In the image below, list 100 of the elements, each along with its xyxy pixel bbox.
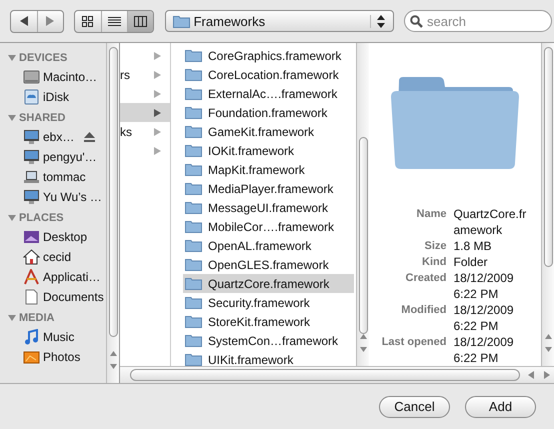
sidebar-item[interactable]: ebx… — [43, 130, 74, 144]
info-value: 1.8 MB — [454, 238, 493, 254]
sidebar-item[interactable]: pengyu'… — [43, 150, 97, 164]
file-row[interactable]: OpenGLES.framework — [183, 255, 354, 274]
file-row[interactable]: SystemCon…framework — [183, 331, 354, 350]
info-value: QuartzCore.framework — [454, 206, 528, 238]
disclosure-triangle-icon[interactable] — [8, 214, 16, 222]
info-label: Modified — [400, 303, 446, 318]
scroll-down-arrow-icon[interactable] — [544, 347, 552, 352]
folder-icon — [185, 315, 202, 328]
horizontal-scrollbar[interactable] — [120, 366, 554, 383]
file-row[interactable]: MobileCor….framework — [183, 217, 354, 236]
folder-icon — [185, 106, 202, 119]
file-row[interactable]: ExternalAc….framework — [183, 84, 354, 103]
info-label: Created — [404, 271, 446, 286]
file-row[interactable]: CoreLocation.framework — [183, 65, 354, 84]
sidebar-item[interactable]: Yu Wu’s … — [43, 190, 102, 204]
disclosure-arrow-icon — [154, 128, 161, 136]
info-value: 18/12/2009 6:22 PM — [454, 270, 515, 302]
folder-icon — [172, 14, 190, 28]
monitor-icon — [23, 189, 40, 205]
file-row[interactable]: MessageUI.framework — [183, 198, 354, 217]
sidebar-item[interactable]: Macinto… — [43, 70, 98, 84]
scrollbar[interactable] — [541, 43, 554, 366]
info-value: Folder — [454, 254, 489, 270]
section-heading: MEDIA — [19, 312, 54, 324]
sidebar-item[interactable]: Documents — [43, 290, 104, 304]
file-row[interactable]: IOKit.framework — [183, 141, 354, 160]
house-icon — [23, 249, 40, 265]
scroll-up-arrow-icon[interactable] — [544, 334, 552, 339]
file-row[interactable]: CoreGraphics.framework — [183, 46, 354, 65]
column-view-button[interactable] — [126, 10, 153, 32]
sidebar-item[interactable]: Applicati… — [43, 270, 100, 284]
add-button[interactable]: Add — [465, 396, 536, 418]
folder-icon — [185, 277, 202, 290]
folder-icon — [185, 144, 202, 157]
section-heading: PLACES — [19, 212, 64, 224]
disclosure-arrow-icon — [154, 90, 161, 98]
columns-icon — [134, 16, 147, 26]
monitor-icon — [23, 129, 40, 145]
up-down-arrows-icon — [370, 14, 385, 28]
column-row[interactable]: ks — [120, 122, 170, 141]
scroll-up-arrow-icon[interactable] — [360, 334, 366, 339]
folder-icon — [185, 125, 202, 138]
folder-icon — [185, 220, 202, 233]
folder-icon — [391, 75, 519, 171]
left-arrow-icon — [18, 16, 29, 26]
search-icon — [410, 15, 423, 28]
folder-icon — [185, 163, 202, 176]
sidebar-item[interactable]: Music — [43, 330, 74, 344]
scrollbar[interactable] — [356, 43, 369, 366]
document-icon — [23, 289, 40, 305]
disclosure-triangle-icon[interactable] — [8, 114, 16, 122]
sidebar-item[interactable]: iDisk — [43, 90, 69, 104]
disclosure-triangle-icon[interactable] — [8, 314, 16, 322]
folder-icon — [185, 68, 202, 81]
file-row[interactable]: QuartzCore.framework — [183, 274, 354, 293]
scroll-down-arrow-icon[interactable] — [110, 364, 116, 369]
sidebar-item[interactable]: tommac — [43, 170, 86, 184]
cancel-button[interactable]: Cancel — [379, 396, 450, 418]
file-row[interactable]: GameKit.framework — [183, 122, 354, 141]
eject-icon[interactable] — [84, 132, 96, 142]
file-row[interactable]: MediaPlayer.framework — [183, 179, 354, 198]
search-field[interactable]: search — [404, 10, 552, 32]
file-row[interactable]: Foundation.framework — [183, 103, 354, 122]
hard-drive-icon — [23, 69, 40, 85]
folder-icon — [185, 49, 202, 62]
folder-icon — [185, 182, 202, 195]
folder-icon — [185, 201, 202, 214]
column-row[interactable] — [120, 103, 170, 122]
file-row[interactable]: StoreKit.framework — [183, 312, 354, 331]
grid-icon — [82, 16, 94, 26]
section-heading: SHARED — [19, 112, 66, 124]
scroll-up-arrow-icon[interactable] — [110, 351, 116, 356]
file-row[interactable]: Security.framework — [183, 293, 354, 312]
column-row[interactable]: rs — [120, 65, 170, 84]
section-heading: DEVICES — [19, 52, 68, 64]
file-row[interactable]: UIKit.framework — [183, 350, 354, 369]
disclosure-arrow-icon — [154, 52, 161, 60]
info-label: Last opened — [380, 335, 446, 350]
applications-icon — [23, 269, 40, 285]
scrollbar[interactable] — [106, 43, 119, 383]
list-icon — [108, 16, 121, 26]
disclosure-arrow-icon — [154, 108, 161, 116]
sidebar-item[interactable]: Desktop — [43, 230, 88, 244]
sidebar-item[interactable]: cecid — [43, 250, 72, 264]
desktop-icon — [23, 229, 40, 245]
folder-icon — [185, 296, 202, 309]
folder-icon — [185, 87, 202, 100]
laptop-icon — [23, 169, 40, 185]
music-note-icon — [23, 329, 40, 345]
path-popup[interactable]: Frameworks — [164, 10, 394, 32]
file-row[interactable]: OpenAL.framework — [183, 236, 354, 255]
scroll-down-arrow-icon[interactable] — [360, 347, 366, 352]
file-row[interactable]: MapKit.framework — [183, 160, 354, 179]
info-label: Name — [416, 207, 446, 222]
sidebar-item[interactable]: Photos — [43, 350, 80, 364]
folder-icon — [185, 334, 202, 347]
info-label: Kind — [421, 255, 446, 270]
disclosure-triangle-icon[interactable] — [8, 54, 16, 62]
